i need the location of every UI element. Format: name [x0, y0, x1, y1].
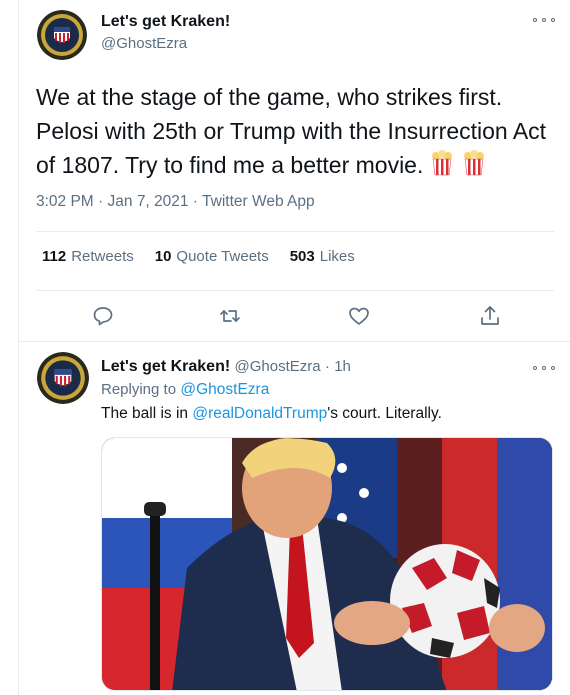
more-icon[interactable] — [533, 15, 555, 25]
share-icon[interactable] — [478, 304, 502, 328]
engagement-stats: 112 Retweets 10 Quote Tweets 503 Likes — [42, 248, 376, 265]
tweet-meta: 3:02 PM · Jan 7, 2021 · Twitter Web App — [36, 193, 315, 210]
popcorn-icon — [429, 150, 455, 185]
divider — [36, 231, 554, 232]
replying-to: Replying to @GhostEzra — [101, 381, 269, 399]
tweet-date[interactable]: Jan 7, 2021 — [108, 193, 189, 210]
display-name[interactable]: Let's get Kraken! — [101, 358, 230, 375]
handle[interactable]: @GhostEzra — [234, 358, 320, 375]
action-bar — [19, 304, 570, 330]
tweet-time[interactable]: 3:02 PM — [36, 193, 94, 210]
tweet-photo[interactable] — [101, 437, 553, 691]
display-name[interactable]: Let's get Kraken! — [101, 13, 230, 31]
tweet-text: We at the stage of the game, who strikes… — [36, 80, 561, 185]
divider — [36, 290, 554, 291]
replying-to-label: Replying to — [101, 381, 177, 398]
main-tweet: Let's get Kraken! @GhostEzra We at the s… — [19, 0, 570, 341]
reply-tweet[interactable]: Let's get Kraken! @GhostEzra · 1h Replyi… — [19, 342, 570, 695]
likes-stat[interactable]: 503 Likes — [290, 248, 355, 265]
retweets-stat[interactable]: 112 Retweets — [42, 248, 134, 265]
avatar[interactable] — [37, 10, 87, 60]
reply-text-start: The ball is in — [101, 405, 193, 422]
like-icon[interactable] — [347, 304, 371, 328]
tweet-source[interactable]: Twitter Web App — [202, 193, 315, 210]
replying-to-link[interactable]: @GhostEzra — [180, 381, 269, 398]
popcorn-icon — [461, 150, 487, 185]
mention-link[interactable]: @realDonaldTrump — [192, 405, 327, 422]
handle[interactable]: @GhostEzra — [101, 35, 187, 52]
separator: · — [324, 358, 330, 375]
reply-icon[interactable] — [91, 304, 115, 328]
tweet-age[interactable]: 1h — [334, 358, 351, 375]
avatar[interactable] — [37, 352, 89, 404]
more-icon[interactable] — [533, 363, 555, 373]
reply-text: The ball is in @realDonaldTrump's court.… — [101, 405, 442, 423]
reply-header: Let's get Kraken! @GhostEzra · 1h — [101, 358, 351, 376]
quote-tweets-stat[interactable]: 10 Quote Tweets — [155, 248, 269, 265]
reply-text-end: 's court. Literally. — [327, 405, 442, 422]
retweet-icon[interactable] — [218, 304, 242, 328]
